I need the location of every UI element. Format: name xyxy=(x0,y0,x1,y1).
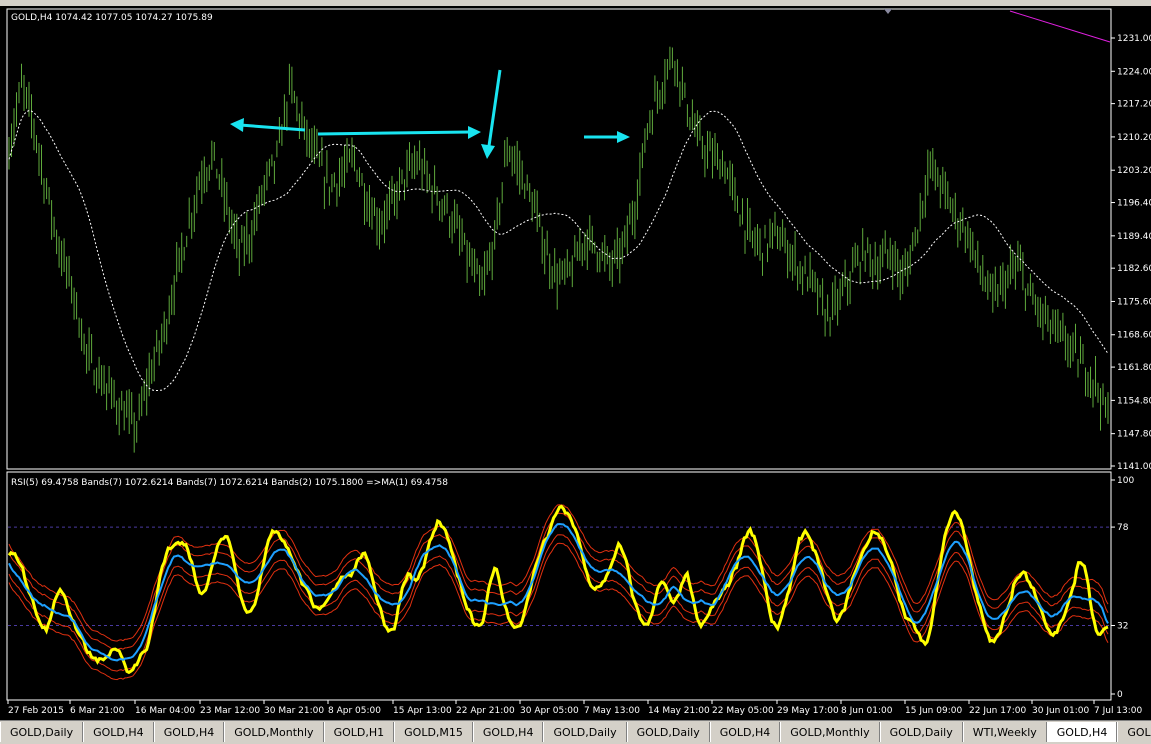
arrow-left-1[interactable] xyxy=(239,123,306,132)
time-label: 22 Jun 17:00 xyxy=(969,706,1026,716)
time-label: 6 Mar 21:00 xyxy=(70,706,125,716)
price-label: 1182.60 xyxy=(1117,264,1151,274)
time-label: 27 Feb 2015 xyxy=(8,706,64,716)
arrow-head-icon xyxy=(617,131,630,143)
rsi-line xyxy=(7,504,1109,675)
chart-tab[interactable]: GOLD,Daily xyxy=(879,722,963,742)
time-label: 8 Jun 01:00 xyxy=(841,706,893,716)
arrow-head-icon xyxy=(481,144,495,159)
price-label: 1147.80 xyxy=(1117,430,1151,440)
arrow-head-icon xyxy=(468,126,481,139)
main-panel-header: GOLD,H4 1074.42 1077.05 1074.27 1075.89 xyxy=(11,13,213,23)
arrow-down-1[interactable] xyxy=(487,69,502,147)
rsi-level-label: 78 xyxy=(1117,523,1129,533)
time-label: 7 Jul 13:00 xyxy=(1094,706,1143,716)
rsi-level-label: 0 xyxy=(1117,690,1123,700)
time-label: 8 Apr 05:00 xyxy=(328,706,381,716)
price-label: 1203.20 xyxy=(1117,166,1151,176)
price-label: 1175.60 xyxy=(1117,297,1151,307)
main-panel-frame xyxy=(6,8,1112,470)
chart-tab[interactable]: GOLD,H1 xyxy=(323,722,395,742)
price-label: 1141.00 xyxy=(1117,462,1151,472)
time-label: 22 May 05:00 xyxy=(712,706,774,716)
bollinger-band-line xyxy=(8,512,1109,651)
trendline[interactable] xyxy=(1009,10,1111,43)
chart-canvas[interactable]: GOLD,H4 1074.42 1077.05 1074.27 1075.89 … xyxy=(0,6,1151,720)
price-label: 1168.60 xyxy=(1117,331,1151,341)
rsi-level-label: 100 xyxy=(1117,476,1134,486)
time-label: 22 Apr 21:00 xyxy=(456,706,515,716)
rsi-level-label: 32 xyxy=(1117,622,1128,632)
chart-tab[interactable]: GOLD,H4 xyxy=(1117,722,1151,742)
chart-tab[interactable]: GOLD,M15 xyxy=(394,722,473,742)
chart-tab[interactable]: GOLD,H4 xyxy=(83,722,154,742)
chart-tab[interactable]: GOLD,Daily xyxy=(543,722,627,742)
price-label: 1231.00 xyxy=(1117,34,1151,44)
price-label: 1217.20 xyxy=(1117,100,1151,110)
chart-tab[interactable]: GOLD,H4 xyxy=(472,722,544,742)
chart-tab[interactable]: GOLD,H4 xyxy=(709,722,781,742)
price-label: 1189.40 xyxy=(1117,232,1151,242)
time-label: 16 Mar 04:00 xyxy=(135,706,195,716)
arrow-right-1[interactable] xyxy=(317,130,471,136)
time-label: 15 Jun 09:00 xyxy=(905,706,962,716)
chart-tab[interactable]: GOLD,Daily xyxy=(626,722,710,742)
chart-tab[interactable]: GOLD,Monthly xyxy=(780,722,880,742)
chart-tabs-bar: GOLD,Daily GOLD,H4 GOLD,H4 GOLD,Monthly GOLD… xyxy=(0,720,1151,744)
moving-average-line xyxy=(8,109,1109,392)
chart-tab[interactable]: GOLD,Monthly xyxy=(224,722,324,742)
time-label: 7 May 13:00 xyxy=(584,706,640,716)
time-label: 14 May 21:00 xyxy=(648,706,710,716)
chart-tab[interactable]: GOLD,H4 xyxy=(1046,722,1118,742)
chart-tab[interactable]: GOLD,H4 xyxy=(153,722,225,742)
price-label: 1154.80 xyxy=(1117,396,1151,406)
chart-window[interactable]: GOLD,H4 1074.42 1077.05 1074.27 1075.89 … xyxy=(0,6,1151,720)
time-label: 30 Apr 05:00 xyxy=(520,706,579,716)
price-label: 1210.20 xyxy=(1117,133,1151,143)
price-label: 1224.00 xyxy=(1117,67,1151,77)
time-label: 15 Apr 13:00 xyxy=(393,706,452,716)
indicator-panel-header: RSI(5) 69.4758 Bands(7) 1072.6214 Bands(… xyxy=(11,478,448,488)
chart-tab[interactable]: GOLD,Daily xyxy=(0,722,84,742)
price-label: 1161.80 xyxy=(1117,363,1151,373)
price-label: 1196.40 xyxy=(1117,199,1151,209)
time-label: 30 Jun 01:00 xyxy=(1032,706,1089,716)
chart-tab[interactable]: WTI,Weekly xyxy=(962,722,1047,742)
time-label: 30 Mar 21:00 xyxy=(264,706,324,716)
shift-marker-icon[interactable] xyxy=(884,9,892,14)
bollinger-band-line xyxy=(8,504,1109,642)
time-label: 23 Mar 12:00 xyxy=(200,706,260,716)
time-label: 29 May 17:00 xyxy=(777,706,839,716)
arrow-head-icon xyxy=(230,118,244,132)
